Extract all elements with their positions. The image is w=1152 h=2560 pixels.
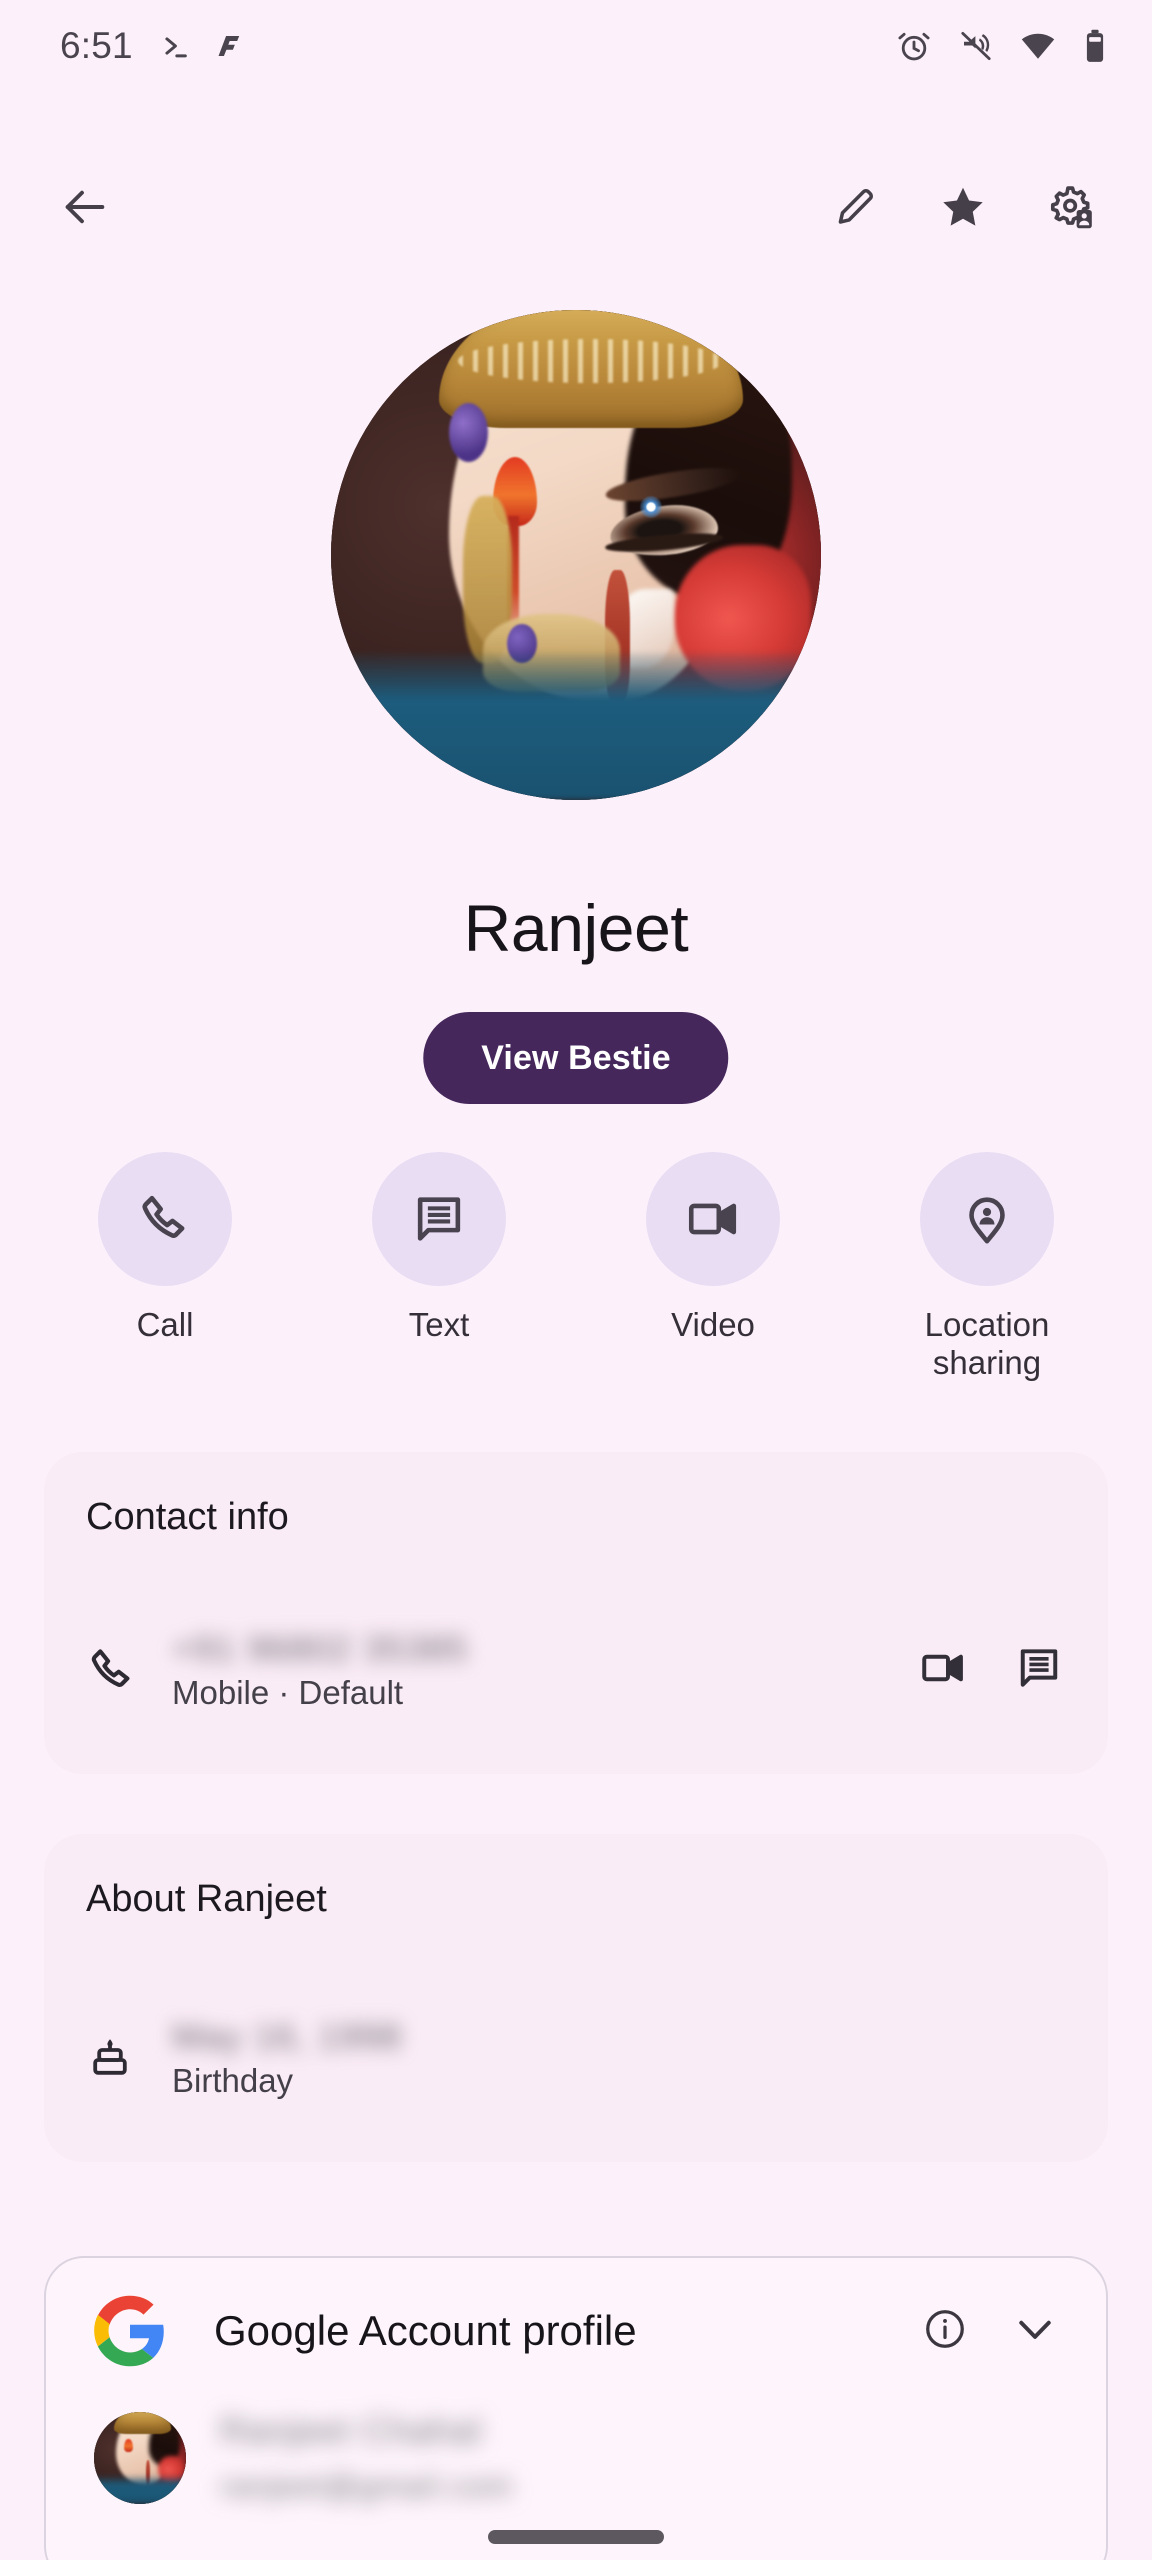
cake-icon xyxy=(86,2034,172,2082)
message-icon[interactable] xyxy=(1014,1643,1064,1698)
about-card: About Ranjeet May 16, 1998 Birthday xyxy=(44,1834,1108,2162)
phone-row-actions xyxy=(918,1643,1064,1698)
terminal-icon xyxy=(157,29,191,63)
birthday-row[interactable]: May 16, 1998 Birthday xyxy=(44,1998,1108,2118)
quick-action-call[interactable]: Call xyxy=(54,1152,276,1382)
google-account-header[interactable]: Google Account profile xyxy=(46,2258,1106,2404)
phone-icon xyxy=(98,1152,232,1286)
phone-icon xyxy=(86,1644,172,1696)
about-title: About Ranjeet xyxy=(86,1878,327,1920)
quick-action-label: Call xyxy=(136,1306,194,1343)
avatar xyxy=(94,2411,186,2504)
message-icon xyxy=(372,1152,506,1286)
quick-action-location-sharing[interactable]: Location sharing xyxy=(876,1152,1098,1382)
status-bar-clock: 6:51 xyxy=(60,25,133,66)
phone-details: +91 96802 35385 Mobile · Default xyxy=(172,1628,918,1712)
google-account-entry-text: Ranjeet Chahal ranjeet@gmail.com xyxy=(220,2410,513,2505)
chevron-down-icon[interactable] xyxy=(1010,2304,1060,2359)
google-account-header-actions xyxy=(922,2304,1060,2359)
back-button[interactable] xyxy=(42,164,128,250)
videocam-icon[interactable] xyxy=(918,1643,968,1698)
contact-info-card: Contact info +91 96802 35385 Mobile · De… xyxy=(44,1452,1108,1774)
navigation-gesture-bar[interactable] xyxy=(488,2530,664,2544)
f-app-icon xyxy=(215,31,245,61)
quick-action-video[interactable]: Video xyxy=(602,1152,824,1382)
google-account-entry[interactable]: Ranjeet Chahal ranjeet@gmail.com xyxy=(46,2404,1106,2505)
quick-action-label: Location sharing xyxy=(924,1306,1050,1381)
wifi-icon xyxy=(1020,28,1056,64)
app-bar xyxy=(0,152,1152,262)
birthday-date-redacted: May 16, 1998 xyxy=(172,2015,403,2057)
videocam-icon xyxy=(646,1152,780,1286)
app-bar-actions xyxy=(812,164,1114,250)
quick-action-label: Text xyxy=(408,1306,470,1343)
status-bar-right xyxy=(896,28,1108,64)
phone-row[interactable]: +91 96802 35385 Mobile · Default xyxy=(44,1610,1108,1730)
contact-details-screen: 6:51 Ranjeet View Bestie Call Text Video… xyxy=(0,0,1152,2560)
status-bar: 6:51 xyxy=(0,0,1152,92)
alarm-icon xyxy=(896,28,932,64)
quick-action-text[interactable]: Text xyxy=(328,1152,550,1382)
status-bar-left: 6:51 xyxy=(60,25,245,67)
volume-off-icon xyxy=(958,28,994,64)
contact-photo[interactable] xyxy=(331,310,821,800)
google-account-name-redacted: Ranjeet Chahal xyxy=(220,2410,483,2451)
contact-settings-icon[interactable] xyxy=(1028,164,1114,250)
phone-subtitle: Mobile · Default xyxy=(172,1674,404,1712)
birthday-details: May 16, 1998 Birthday xyxy=(172,2016,1064,2100)
info-icon[interactable] xyxy=(922,2306,968,2357)
phone-number-redacted: +91 96802 35385 xyxy=(172,1627,469,1669)
star-icon[interactable] xyxy=(920,164,1006,250)
google-g-logo xyxy=(94,2295,166,2367)
contact-name: Ranjeet xyxy=(463,891,689,965)
battery-icon xyxy=(1082,28,1108,64)
birthday-label: Birthday xyxy=(172,2062,294,2100)
quick-actions: Call Text Video Location sharing xyxy=(0,1152,1152,1382)
google-account-profile-card: Google Account profile Ranjeet Chahal ra… xyxy=(44,2256,1108,2560)
contact-info-title: Contact info xyxy=(86,1496,289,1538)
avatar[interactable] xyxy=(331,310,821,800)
quick-action-label: Video xyxy=(671,1306,755,1343)
person-pin-icon xyxy=(920,1152,1054,1286)
edit-icon[interactable] xyxy=(812,164,898,250)
google-account-title: Google Account profile xyxy=(214,2307,637,2354)
view-bestie-button[interactable]: View Bestie xyxy=(423,1012,729,1104)
google-account-email-redacted: ranjeet@gmail.com xyxy=(220,2468,514,2504)
